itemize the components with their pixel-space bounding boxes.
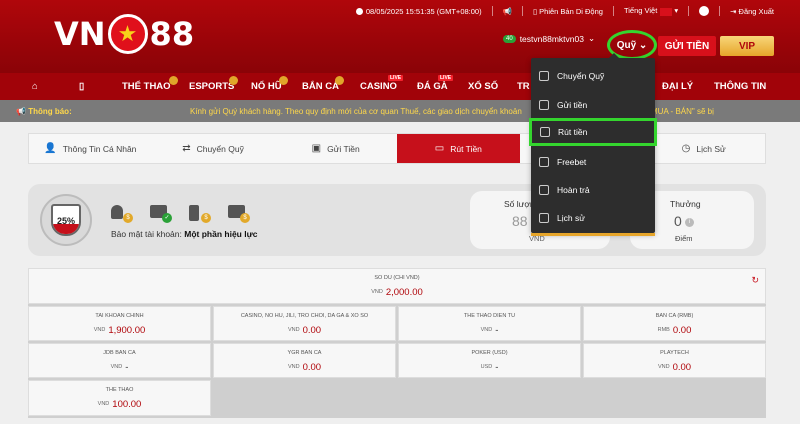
bank-verify-icon[interactable]: ✓ — [150, 203, 172, 223]
language-select[interactable]: Tiếng Việt ▾ — [624, 6, 678, 16]
logo[interactable]: VN ★ 88 — [54, 14, 194, 54]
security-shield: 25% — [40, 194, 92, 246]
nav-item-thongtin[interactable]: THÔNG TIN — [714, 81, 766, 92]
history-icon — [539, 213, 549, 223]
menu-item-rebate[interactable]: Hoàn trả — [531, 176, 655, 204]
email-verify-icon[interactable]: $ — [228, 203, 250, 223]
header: VN ★ 88 08/05/2025 15:51:35 (GMT+08:00) … — [0, 0, 800, 73]
nav-item-nohu[interactable]: NỔ HŨ — [251, 76, 288, 92]
deposit-icon — [539, 100, 549, 110]
user-account[interactable]: 40 testvn88mktvn03 ⌄ — [503, 33, 595, 44]
announcement-text: Kính gửi Quý khách hàng. Theo quy định m… — [190, 106, 522, 116]
security-label: Bảo mật tài khoản: Một phần hiệu lực — [111, 229, 258, 239]
reward-title: Thưởng — [670, 199, 701, 209]
dropdown-accent-bar — [531, 233, 655, 236]
mobile-version-link[interactable]: ▯ Phiên Bản Di Động — [533, 7, 603, 16]
shield-icon: 25% — [51, 204, 81, 236]
wallet-cell: PLAYTECH VND 0.00 — [583, 343, 766, 378]
tab-withdraw[interactable]: ▭ Rút Tiền — [397, 134, 520, 163]
star-icon — [169, 76, 178, 85]
total-balance-label: SO DU (CHI VND) — [374, 275, 420, 281]
main-nav: ⌂ ▯ THỂ THAO ESPORTS NỔ HŨ BẮN CÁ CASINO… — [0, 73, 800, 100]
quantity-value: 88 — [512, 213, 528, 229]
security-icons: $ ✓ $ $ — [111, 203, 250, 223]
deposit-button[interactable]: GỬI TIỀN — [658, 36, 716, 56]
nav-item-truc-tiep[interactable]: TR — [517, 81, 530, 92]
withdraw-icon — [540, 127, 550, 137]
menu-item-freebet[interactable]: Freebet — [531, 148, 655, 176]
total-balance: SO DU (CHI VND) VND 2,000.00 ↻ — [28, 268, 766, 304]
star-icon — [279, 76, 288, 85]
announcement-text-tail: MUA - BÁN" sẽ bị — [651, 106, 714, 116]
menu-item-withdraw[interactable]: Rút tiền — [529, 118, 657, 146]
wallet-cell: THE THAO VND 100.00 — [28, 380, 211, 416]
wallet-cell: TAI KHOAN CHINH VND 1,900.00 — [28, 306, 211, 341]
logo-text-right: 88 — [149, 15, 195, 53]
rebate-icon — [539, 185, 549, 195]
reward-value: 0i — [674, 213, 694, 229]
nav-item-daga[interactable]: ĐÁ GÀ LIVE — [417, 75, 454, 92]
refresh-icon[interactable]: ↻ — [751, 275, 759, 286]
nav-item-daily[interactable]: ĐẠI LÝ — [662, 81, 693, 92]
security-percent: 25% — [56, 216, 75, 226]
nav-item-xoso[interactable]: XỔ SỐ — [468, 81, 498, 92]
megaphone-icon[interactable]: 📢 — [503, 7, 512, 16]
menu-item-transfer[interactable]: Chuyển Quỹ — [531, 62, 655, 90]
vip-button[interactable]: VIP — [720, 36, 774, 56]
vn-flag-icon — [660, 7, 673, 16]
clock-icon — [355, 8, 363, 16]
menu-item-deposit[interactable]: Gửi tiền — [531, 91, 655, 119]
nav-item-banca[interactable]: BẮN CÁ — [302, 76, 344, 92]
wallet-cell: POKER (USD) USD - — [398, 343, 581, 378]
menu-item-history[interactable]: Lịch sử — [531, 204, 655, 232]
deposit-icon: ▣ — [311, 143, 322, 154]
wallet-cell: THE THAO DIEN TU VND - — [398, 306, 581, 341]
utility-bar: 08/05/2025 15:51:35 (GMT+08:00) 📢 ▯ Phiê… — [355, 6, 774, 16]
live-badge: LIVE — [438, 75, 454, 81]
level-badge: 40 — [503, 34, 516, 43]
fund-dropdown-menu: Chuyển Quỹ Gửi tiền Rút tiền Freebet Hoà… — [529, 53, 657, 233]
logout-link[interactable]: ⇥ Đăng Xuất — [730, 7, 774, 16]
home-icon[interactable]: ⌂ — [32, 81, 38, 92]
transfer-icon: ⇄ — [182, 143, 191, 154]
history-icon: ◷ — [681, 143, 691, 154]
freebet-icon — [539, 157, 549, 167]
withdraw-icon: ▭ — [434, 143, 445, 154]
transfer-icon — [539, 71, 549, 81]
nav-item-esports[interactable]: ESPORTS — [189, 76, 238, 92]
nav-item-thethao[interactable]: THỂ THAO — [122, 76, 178, 92]
announcement-label: 📢 Thông báo: — [16, 106, 72, 116]
nav-item-casino[interactable]: CASINO LIVE — [360, 75, 404, 92]
balance-grid: SO DU (CHI VND) VND 2,000.00 ↻ TAI KHOAN … — [28, 268, 766, 418]
wallet-cell: BAN CA (RMB) RMB 0.00 — [583, 306, 766, 341]
total-balance-value: VND 2,000.00 — [371, 287, 423, 298]
reward-unit: Điểm — [675, 234, 693, 243]
tab-profile[interactable]: 👤 Thông Tin Cá Nhân — [29, 134, 152, 163]
logo-text-left: VN — [54, 15, 106, 53]
datetime: 08/05/2025 15:51:35 (GMT+08:00) — [355, 7, 482, 16]
tab-transfer[interactable]: ⇄ Chuyển Quỹ — [152, 134, 275, 163]
user-icon: 👤 — [44, 143, 57, 154]
wallet-cell: YGR BAN CA VND 0.00 — [213, 343, 396, 378]
mobile-icon[interactable]: ▯ — [79, 81, 84, 92]
profile-verify-icon[interactable]: $ — [111, 203, 133, 223]
announcement-bar: 📢 Thông báo: Kính gửi Quý khách hàng. Th… — [0, 100, 800, 122]
star-icon — [335, 76, 344, 85]
star-icon — [229, 76, 238, 85]
wallet-cell: JDB BAN CA VND - — [28, 343, 211, 378]
theme-toggle-icon[interactable] — [699, 6, 710, 16]
chevron-down-icon: ⌄ — [587, 33, 596, 43]
tab-deposit[interactable]: ▣ Gửi Tiền — [274, 134, 397, 163]
live-badge: LIVE — [388, 75, 404, 81]
info-icon[interactable]: i — [684, 217, 694, 227]
username: testvn88mktvn03 — [519, 33, 584, 44]
tab-history[interactable]: ◷ Lịch Sử — [642, 134, 765, 163]
flag-icon: ★ — [107, 14, 148, 54]
wallet-cell: CASINO, NO HU, JILI, TRO CHOI, DA GA & X… — [213, 306, 396, 341]
phone-verify-icon[interactable]: $ — [189, 203, 211, 223]
